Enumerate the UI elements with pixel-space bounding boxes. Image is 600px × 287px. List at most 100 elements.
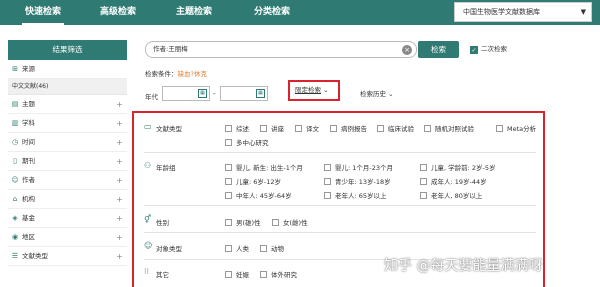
option-age-adolescent[interactable]: 青少年: 13岁-18岁 [324, 176, 391, 186]
sidebar-item-doctype[interactable]: ☰ 文献类型 + [8, 247, 127, 266]
option-age-infant[interactable]: 婴儿: 1个月-23个月 [324, 162, 393, 172]
search-button[interactable]: 检索 [418, 41, 459, 58]
checkbox[interactable] [496, 125, 503, 132]
search-history-button[interactable]: 检索历史 ⌄ [360, 88, 394, 98]
option-review[interactable]: 综述 [225, 123, 249, 133]
option-age-elderly[interactable]: 老年人: 65岁以上 [324, 190, 387, 200]
checkbox[interactable] [330, 125, 337, 132]
checkbox[interactable] [324, 164, 331, 171]
limit-search-button[interactable]: 限定检索 ⌄ [288, 80, 340, 101]
checkbox[interactable] [377, 125, 384, 132]
checkbox[interactable] [324, 178, 331, 185]
checkbox[interactable] [424, 125, 431, 132]
sidebar-item-topic[interactable]: ▤ 主题 + [8, 95, 127, 114]
expand-plus-icon[interactable]: + [116, 95, 123, 114]
org-icon: ⌂ [12, 195, 18, 203]
sidebar-item-author[interactable]: ☺ 作者 + [8, 171, 127, 190]
option-age-80plus[interactable]: 老年人, 80岁以上 [420, 190, 482, 200]
option-pregnancy[interactable]: 妊娠 [225, 269, 249, 279]
database-select[interactable]: 中国生物医学文献数据库 ▼ [454, 2, 592, 22]
checkbox[interactable] [420, 164, 427, 171]
checkbox-checked-icon[interactable]: ✓ [470, 46, 478, 54]
sidebar-item-source[interactable]: ⊞ 来源 [8, 60, 127, 79]
sidebar-subitem-chinese-docs[interactable]: 中文文献(46) [8, 79, 127, 95]
checkbox[interactable] [225, 192, 232, 199]
expand-plus-icon[interactable]: + [116, 209, 123, 228]
topic-icon: ▤ [11, 100, 19, 108]
checkbox[interactable] [272, 219, 279, 226]
option-label: 老年人, 80岁以上 [431, 192, 483, 200]
doctype-icon: ▭ [144, 122, 152, 131]
expand-plus-icon[interactable]: + [116, 133, 123, 152]
checkbox[interactable] [225, 125, 232, 132]
sidebar-item-subject[interactable]: ▥ 学科 + [8, 114, 127, 133]
tab-category-search[interactable]: 分类检索 [254, 0, 290, 25]
option-label: 体外研究 [271, 271, 297, 279]
option-human[interactable]: 人类 [225, 243, 249, 253]
checkbox[interactable] [225, 164, 232, 171]
tab-topic-search[interactable]: 主题检索 [176, 0, 212, 25]
search-history-label: 检索历史 [360, 90, 386, 98]
checkbox[interactable] [225, 139, 232, 146]
option-in-vitro[interactable]: 体外研究 [260, 269, 297, 279]
option-label: 中年人: 45岁-64岁 [236, 192, 292, 200]
checkbox[interactable] [295, 125, 302, 132]
option-multicenter[interactable]: 多中心研究 [225, 137, 269, 147]
expand-plus-icon[interactable]: + [116, 190, 123, 209]
option-female[interactable]: 女(雌)性 [272, 217, 308, 227]
option-rct[interactable]: 随机对照试验 [424, 123, 474, 133]
sidebar-item-label: 学科 [22, 119, 35, 127]
option-age-child[interactable]: 儿童: 6岁-12岁 [225, 176, 281, 186]
checkbox[interactable] [420, 192, 427, 199]
checkbox[interactable] [324, 192, 331, 199]
expand-plus-icon[interactable]: + [116, 114, 123, 133]
option-animal[interactable]: 动物 [260, 243, 284, 253]
filter-title-doctype: 文献类型 [156, 125, 182, 133]
sidebar-item-label: 基金 [22, 214, 35, 222]
option-age-newborn[interactable]: 婴儿, 新生: 出生-1个月 [225, 162, 303, 172]
option-clinical-trial[interactable]: 临床试验 [377, 123, 414, 133]
option-lecture[interactable]: 讲座 [260, 123, 284, 133]
checkbox[interactable] [225, 178, 232, 185]
tab-quick-search[interactable]: 快速检索 [21, 0, 65, 25]
clear-icon[interactable]: × [402, 44, 412, 55]
search-input-value: 作者:王丽梅 [153, 45, 188, 53]
year-from-input[interactable]: ▦ [162, 86, 210, 101]
option-age-preschool[interactable]: 儿童, 学龄前: 2岁-5岁 [420, 162, 496, 172]
option-case-report[interactable]: 病例报告 [330, 123, 367, 133]
divider [144, 232, 536, 233]
sidebar-item-fund[interactable]: ◈ 基金 + [8, 209, 127, 228]
sidebar-item-org[interactable]: ⌂ 机构 + [8, 190, 127, 209]
expand-plus-icon[interactable]: + [116, 152, 123, 171]
tab-advanced-search[interactable]: 高级检索 [100, 0, 136, 25]
checkbox[interactable] [225, 219, 232, 226]
calendar-icon[interactable]: ▦ [256, 89, 265, 98]
option-meta-analysis[interactable]: Meta分析 [496, 123, 536, 133]
expand-plus-icon[interactable]: + [116, 247, 123, 266]
expand-plus-icon[interactable]: + [116, 228, 123, 247]
checkbox[interactable] [260, 245, 267, 252]
option-translation[interactable]: 译文 [295, 123, 319, 133]
year-to-input[interactable]: ▦ [220, 86, 268, 101]
option-label: 人类 [236, 245, 249, 253]
sidebar-item-journal[interactable]: ▯ 期刊 + [8, 152, 127, 171]
sidebar-header: 结果筛选 [8, 40, 127, 60]
secondary-search-toggle[interactable]: ✓ 二次检索 [470, 44, 507, 54]
checkbox[interactable] [225, 245, 232, 252]
checkbox[interactable] [225, 271, 232, 278]
option-age-adult[interactable]: 成年人: 19岁-44岁 [420, 176, 487, 186]
option-age-middle[interactable]: 中年人: 45岁-64岁 [225, 190, 292, 200]
calendar-icon[interactable]: ▦ [198, 89, 207, 98]
option-male[interactable]: 男(雄)性 [225, 217, 261, 227]
option-label: 婴儿, 新生: 出生-1个月 [236, 164, 303, 172]
search-input[interactable]: 作者:王丽梅 × [145, 41, 417, 58]
expand-plus-icon[interactable]: + [116, 171, 123, 190]
sidebar-item-time[interactable]: ◷ 时间 + [8, 133, 127, 152]
checkbox[interactable] [260, 125, 267, 132]
subject-icon: ▥ [11, 119, 19, 127]
checkbox[interactable] [260, 271, 267, 278]
checkbox[interactable] [420, 178, 427, 185]
option-label: 临床试验 [388, 125, 414, 133]
filter-title-other: 其它 [156, 271, 169, 279]
sidebar-item-region[interactable]: ◉ 地区 + [8, 228, 127, 247]
